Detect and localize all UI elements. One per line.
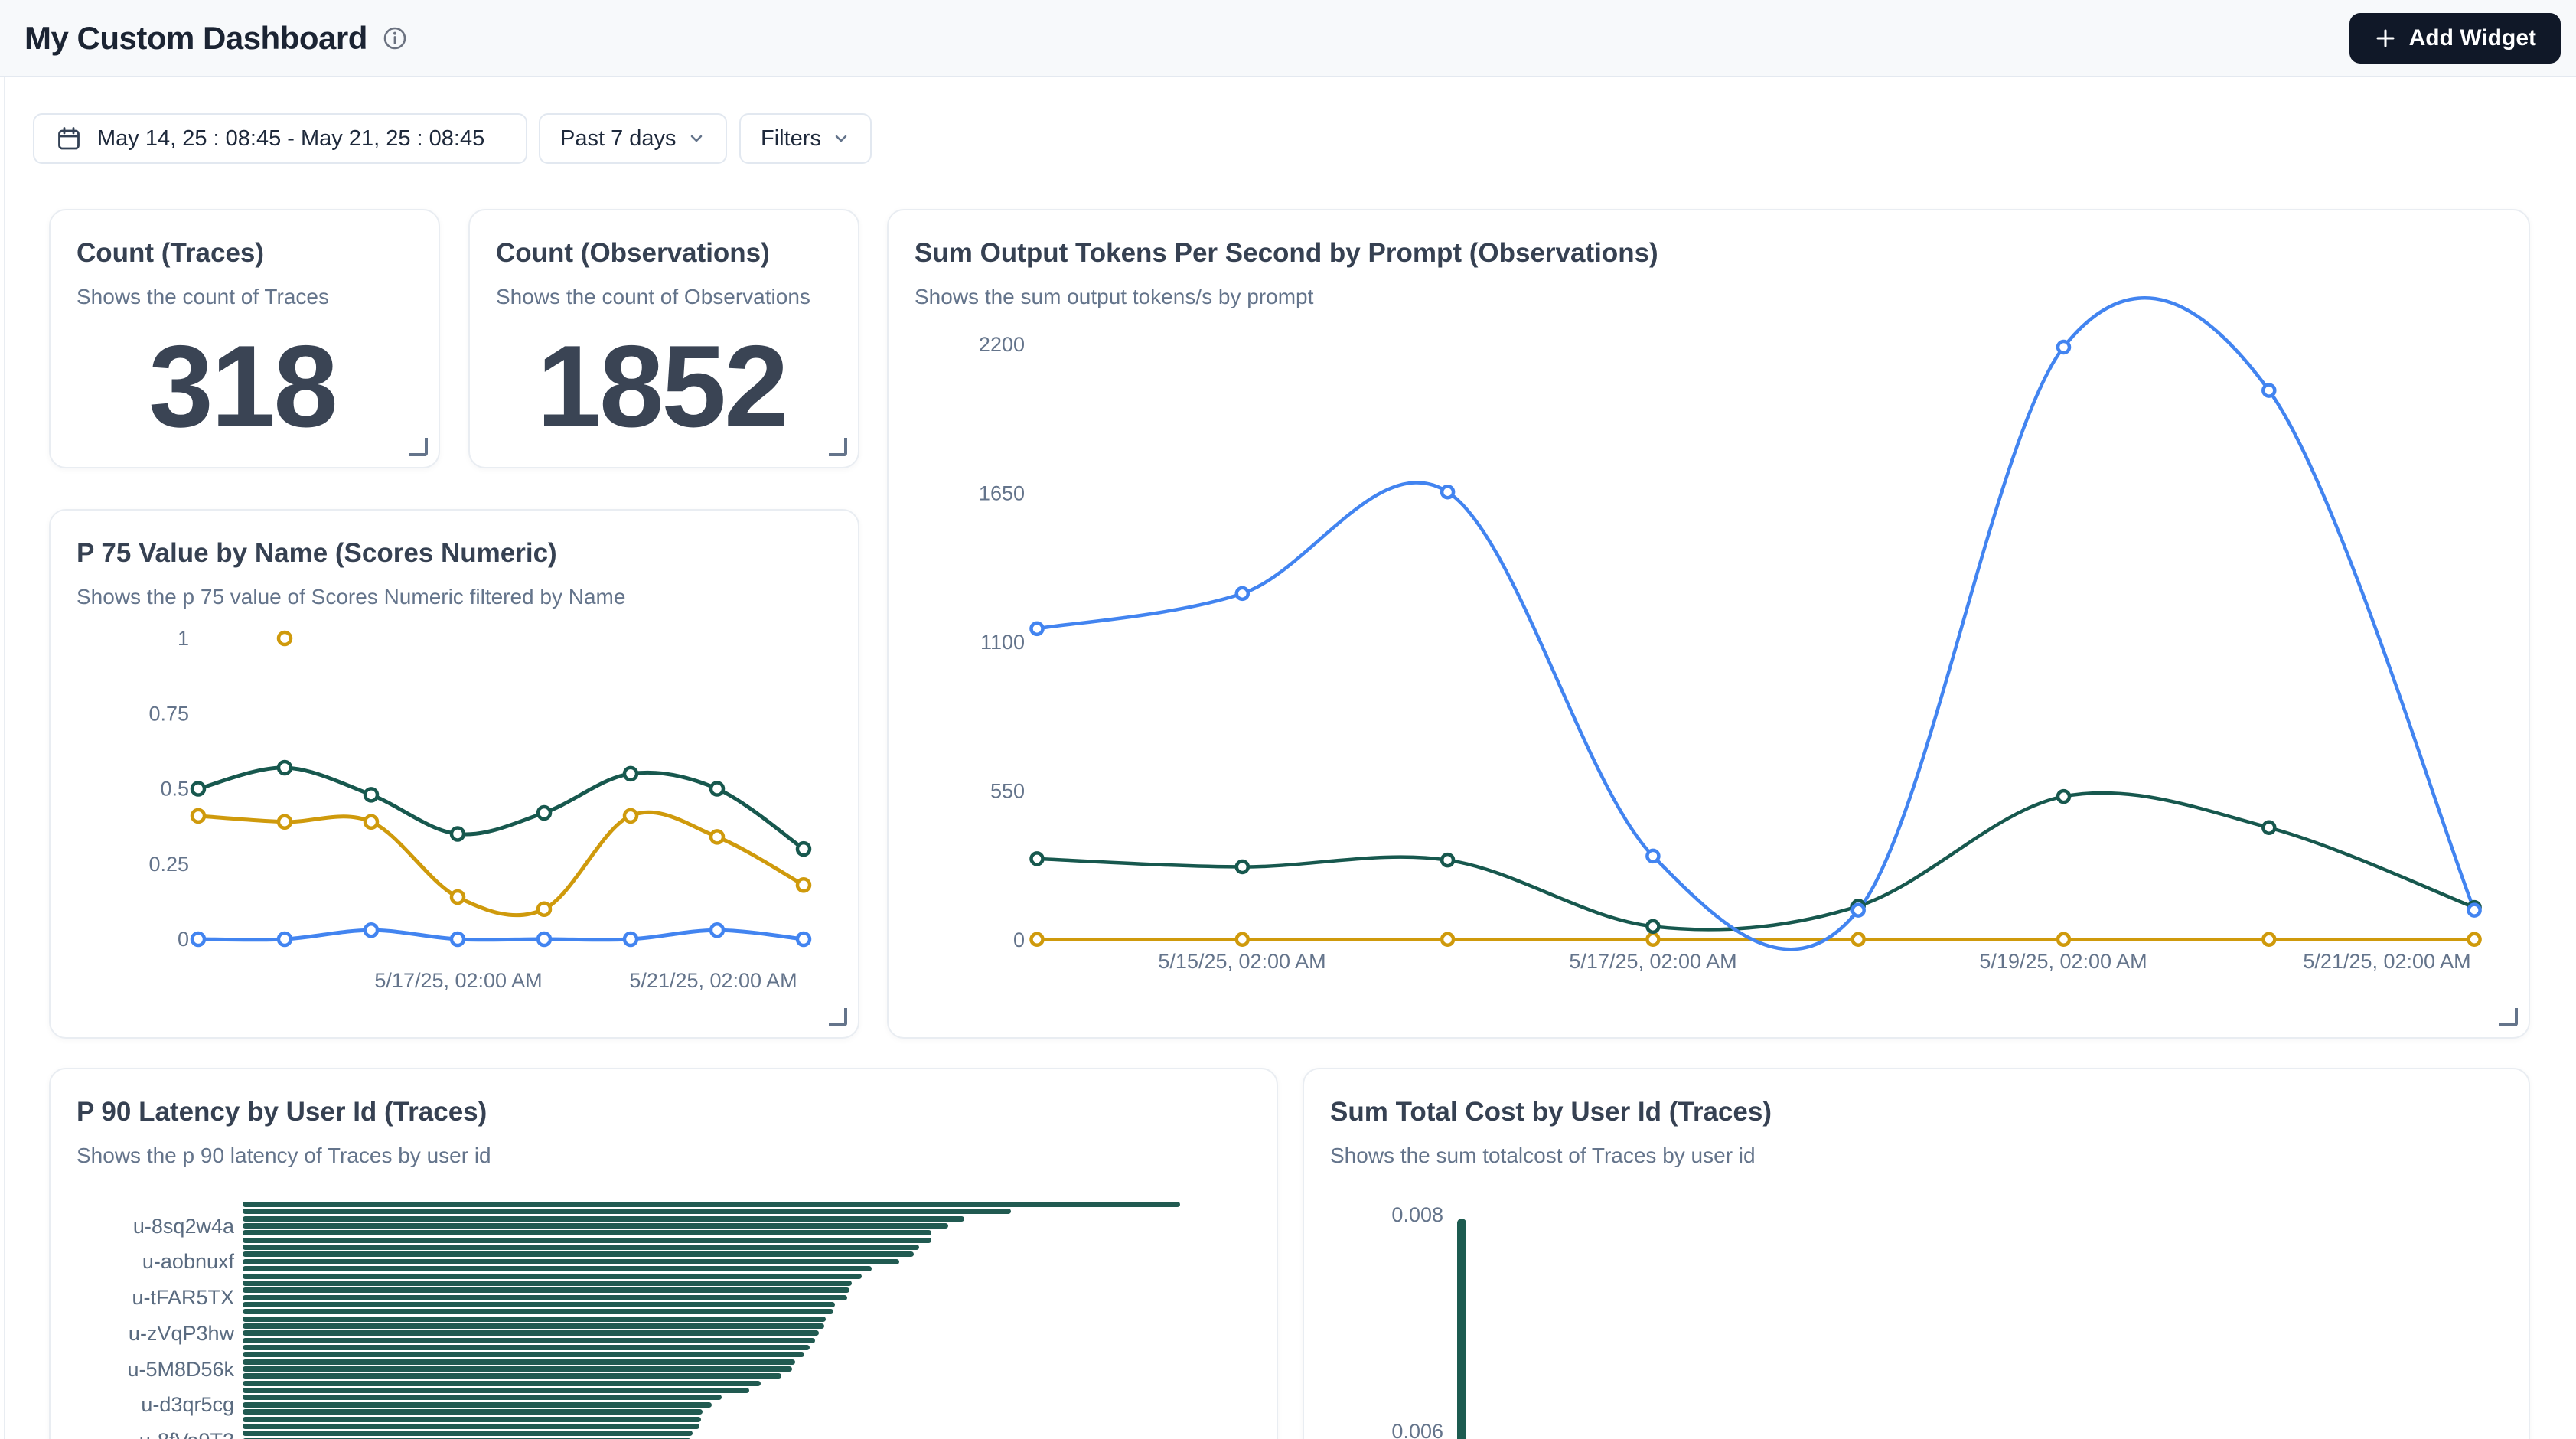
- latency-bar[interactable]: [243, 1338, 815, 1343]
- date-range-button[interactable]: May 14, 25 : 08:45 - May 21, 25 : 08:45: [33, 113, 527, 164]
- date-preset-button[interactable]: Past 7 days: [539, 113, 727, 164]
- card-subtitle: Shows the count of Traces: [77, 284, 408, 310]
- latency-bar[interactable]: [243, 1323, 824, 1329]
- latency-bar[interactable]: [243, 1287, 849, 1293]
- add-widget-button[interactable]: Add Widget: [2349, 13, 2561, 64]
- latency-bar[interactable]: [243, 1409, 703, 1415]
- latency-bar[interactable]: [243, 1431, 693, 1436]
- latency-bar[interactable]: [243, 1216, 964, 1222]
- svg-text:5/21/25, 02:00 AM: 5/21/25, 02:00 AM: [629, 969, 797, 992]
- svg-text:2200: 2200: [979, 333, 1025, 356]
- latency-bar[interactable]: [243, 1302, 835, 1307]
- card-tokens-by-prompt: Sum Output Tokens Per Second by Prompt (…: [887, 209, 2530, 1039]
- p75-line-chart[interactable]: 1 0.75 0.5 0.25 0 5/17/25, 02:00 AM 5/21/25, 0…: [51, 511, 861, 1044]
- date-range-label: May 14, 25 : 08:45 - May 21, 25 : 08:45: [97, 126, 484, 152]
- y-axis-tick-label: 0.006: [1304, 1419, 1443, 1439]
- card-p90-latency: P 90 Latency by User Id (Traces) Shows t…: [49, 1068, 1278, 1439]
- latency-bar[interactable]: [243, 1417, 701, 1422]
- filters-label: Filters: [761, 126, 821, 152]
- svg-text:0.75: 0.75: [148, 702, 189, 725]
- card-count-observations: Count (Observations) Shows the count of …: [468, 209, 859, 468]
- user-id-label: u-8fVa9T3: [51, 1428, 234, 1439]
- card-subtitle: Shows the count of Observations: [496, 284, 827, 310]
- latency-bar[interactable]: [243, 1209, 1011, 1214]
- resize-handle[interactable]: [2499, 1008, 2518, 1026]
- latency-bar[interactable]: [243, 1266, 872, 1271]
- card-total-cost: Sum Total Cost by User Id (Traces) Shows…: [1303, 1068, 2530, 1439]
- latency-bar[interactable]: [243, 1359, 795, 1365]
- card-count-traces: Count (Traces) Shows the count of Traces…: [49, 209, 440, 468]
- user-id-label: u-d3qr5cg: [51, 1392, 234, 1417]
- latency-bar[interactable]: [243, 1245, 919, 1250]
- latency-bar[interactable]: [243, 1223, 948, 1229]
- chevron-down-icon: [687, 129, 706, 148]
- card-title: Count (Traces): [77, 238, 408, 269]
- latency-bar[interactable]: [243, 1373, 781, 1379]
- latency-bar[interactable]: [243, 1352, 804, 1357]
- date-preset-label: Past 7 days: [560, 126, 677, 152]
- latency-bar[interactable]: [243, 1388, 749, 1393]
- card-p75-by-name: P 75 Value by Name (Scores Numeric) Show…: [49, 509, 859, 1039]
- add-widget-label: Add Widget: [2409, 25, 2536, 51]
- cost-bar-chart[interactable]: 0.008 0.006: [1304, 1069, 2530, 1439]
- svg-text:1650: 1650: [979, 482, 1025, 505]
- info-icon[interactable]: [383, 26, 407, 51]
- tokens-line-chart[interactable]: 2200 1650 1100 550 0 5/15/25, 02:00 AM 5/17/25…: [889, 210, 2532, 1044]
- svg-text:0: 0: [178, 928, 189, 951]
- svg-text:5/17/25, 02:00 AM: 5/17/25, 02:00 AM: [1569, 950, 1736, 973]
- latency-bar[interactable]: [243, 1330, 819, 1336]
- cost-bar[interactable]: [1457, 1219, 1466, 1439]
- svg-text:5/19/25, 02:00 AM: 5/19/25, 02:00 AM: [1979, 950, 2147, 973]
- svg-text:0.25: 0.25: [148, 853, 189, 876]
- card-title: Count (Observations): [496, 238, 827, 269]
- svg-text:5/17/25, 02:00 AM: 5/17/25, 02:00 AM: [374, 969, 542, 992]
- filters-button[interactable]: Filters: [739, 113, 872, 164]
- resize-handle[interactable]: [409, 438, 428, 456]
- user-id-label: u-aobnuxf: [51, 1249, 234, 1274]
- calendar-icon: [56, 126, 82, 152]
- svg-text:1100: 1100: [980, 631, 1025, 654]
- latency-bar[interactable]: [243, 1424, 699, 1429]
- svg-text:550: 550: [990, 780, 1025, 803]
- content-left-border: [4, 0, 5, 1439]
- app-header: My Custom Dashboard Add Widget: [0, 0, 2576, 77]
- plus-icon: [2374, 27, 2397, 50]
- latency-bar[interactable]: [243, 1395, 722, 1400]
- user-id-label: u-zVqP3hw: [51, 1321, 234, 1346]
- resize-handle[interactable]: [829, 1008, 847, 1026]
- latency-bar[interactable]: [243, 1402, 712, 1408]
- latency-bar[interactable]: [243, 1259, 899, 1264]
- chevron-down-icon: [832, 129, 850, 148]
- page-title: My Custom Dashboard: [24, 20, 367, 57]
- latency-bar[interactable]: [243, 1238, 931, 1243]
- latency-bar[interactable]: [243, 1381, 761, 1386]
- p90-bar-chart[interactable]: u-8sq2w4a u-aobnuxf u-tFAR5TX u-zVqP3hw u-5M…: [51, 1069, 1278, 1439]
- svg-text:0: 0: [1013, 928, 1025, 951]
- user-id-label: u-tFAR5TX: [51, 1285, 234, 1310]
- latency-bar[interactable]: [243, 1366, 792, 1372]
- dashboard-page: My Custom Dashboard Add Widget: [0, 0, 2576, 1439]
- latency-bar[interactable]: [243, 1202, 1180, 1207]
- metric-value: 318: [77, 328, 408, 445]
- user-id-label: u-5M8D56k: [51, 1357, 234, 1382]
- svg-text:5/15/25, 02:00 AM: 5/15/25, 02:00 AM: [1158, 950, 1325, 973]
- svg-text:5/21/25, 02:00 AM: 5/21/25, 02:00 AM: [2303, 950, 2470, 973]
- y-axis-tick-label: 0.008: [1304, 1202, 1443, 1227]
- latency-bar[interactable]: [243, 1295, 847, 1300]
- latency-bar[interactable]: [243, 1281, 852, 1286]
- latency-bar[interactable]: [243, 1345, 810, 1350]
- svg-text:1: 1: [178, 627, 189, 650]
- latency-bar[interactable]: [243, 1274, 862, 1279]
- svg-text:0.5: 0.5: [160, 778, 189, 801]
- resize-handle[interactable]: [829, 438, 847, 456]
- latency-bar[interactable]: [243, 1309, 833, 1314]
- latency-bar[interactable]: [243, 1251, 914, 1257]
- user-id-label: u-8sq2w4a: [51, 1214, 234, 1238]
- latency-bar[interactable]: [243, 1317, 826, 1322]
- metric-value: 1852: [496, 328, 827, 445]
- latency-bar[interactable]: [243, 1230, 931, 1235]
